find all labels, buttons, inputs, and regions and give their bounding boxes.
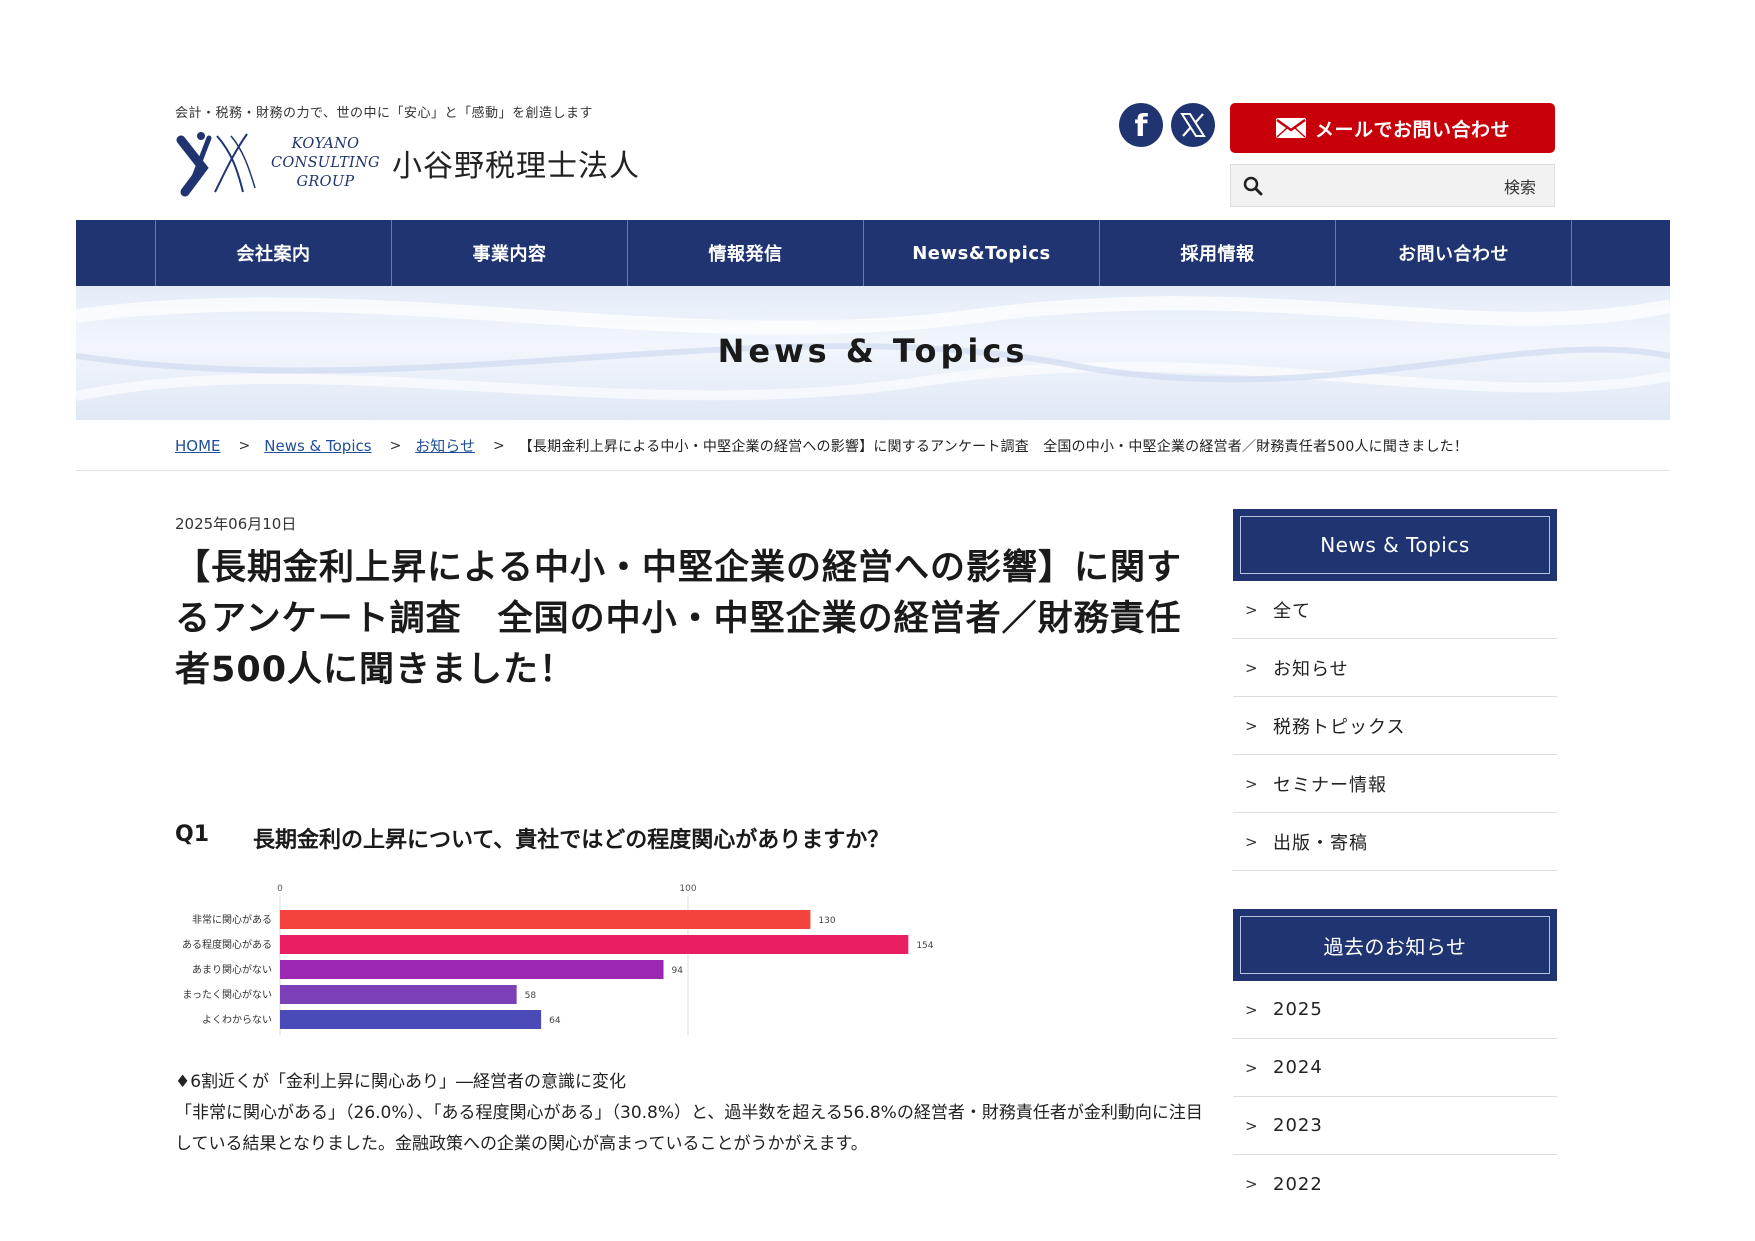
data-label: 58 <box>525 991 537 1001</box>
chevron-right-icon: > <box>1245 832 1259 851</box>
mail-contact-button[interactable]: メールでお問い合わせ <box>1230 103 1555 153</box>
chevron-right-icon: > <box>1245 1116 1259 1135</box>
sidebar-news-heading: News & Topics <box>1233 509 1557 581</box>
sidebar-archive-heading: 過去のお知らせ <box>1233 909 1557 981</box>
bar <box>280 985 517 1004</box>
breadcrumb-news-topics[interactable]: News & Topics <box>264 437 371 455</box>
question-number: Q1 <box>175 822 210 847</box>
nav-contact[interactable]: お問い合わせ <box>1336 220 1572 286</box>
category-label: 非常に関心がある <box>192 913 272 926</box>
sidebar-item-seminar[interactable]: > セミナー情報 <box>1233 755 1557 813</box>
mail-contact-label: メールでお問い合わせ <box>1314 118 1510 141</box>
sidebar-item-notice[interactable]: > お知らせ <box>1233 639 1557 697</box>
search-bar[interactable]: 検索 <box>1230 164 1555 207</box>
chevron-right-icon: > <box>1245 658 1259 677</box>
summary-text: ♦6割近くが「金利上昇に関心あり」―経営者の意識に変化 「非常に関心がある」（2… <box>175 1067 1205 1160</box>
breadcrumb: HOME > News & Topics > お知らせ > 【長期金利上昇による… <box>175 435 1468 456</box>
nav-services[interactable]: 事業内容 <box>392 220 628 286</box>
nav-recruit[interactable]: 採用情報 <box>1100 220 1336 286</box>
survey-bar-chart: 0 100 非常に関心がある 130 ある程度関心がある 154 あまり関心がない 94 まった… <box>182 884 934 1035</box>
search-input[interactable] <box>1271 175 1504 196</box>
sidebar-item-tax-topics[interactable]: > 税務トピックス <box>1233 697 1557 755</box>
data-label: 64 <box>549 1016 561 1026</box>
sidebar-item-2025[interactable]: >2025 <box>1233 981 1557 1039</box>
article-title: 【長期金利上昇による中小・中堅企業の経営への影響】に関するアンケート調査 全国の… <box>175 548 1182 690</box>
data-label: 154 <box>916 941 933 951</box>
chevron-right-icon: > <box>1245 774 1259 793</box>
post-date: 2025年06月10日 <box>175 515 297 533</box>
facebook-link[interactable]: f <box>1119 103 1163 147</box>
bar <box>280 910 811 929</box>
nav-news-topics[interactable]: News&Topics <box>864 220 1100 286</box>
chevron-right-icon: > <box>1245 1000 1259 1019</box>
category-label: ある程度関心がある <box>182 938 272 951</box>
x-link[interactable] <box>1171 103 1215 147</box>
data-label: 94 <box>672 966 684 976</box>
category-label: あまり関心がない <box>192 963 272 976</box>
chevron-right-icon: > <box>1245 1058 1259 1077</box>
sidebar-item-2024[interactable]: >2024 <box>1233 1039 1557 1097</box>
sidebar-item-2022[interactable]: >2022 <box>1233 1155 1557 1213</box>
search-button[interactable]: 検索 <box>1504 174 1536 198</box>
tagline: 会計・税務・財務の力で、世の中に「安心」と「感動」を創造します <box>175 106 593 121</box>
sidebar-item-publications[interactable]: > 出版・寄稿 <box>1233 813 1557 871</box>
bar <box>280 1010 542 1029</box>
global-nav: 会社案内 事業内容 情報発信 News&Topics 採用情報 お問い合わせ <box>76 220 1670 286</box>
chevron-right-icon: > <box>493 437 505 454</box>
chevron-right-icon: > <box>1245 1175 1259 1193</box>
mail-icon <box>1275 118 1306 138</box>
breadcrumb-home[interactable]: HOME <box>175 437 221 455</box>
hero-title: News & Topics <box>717 332 1029 370</box>
nav-information[interactable]: 情報発信 <box>628 220 864 286</box>
chevron-right-icon: > <box>1245 716 1259 735</box>
hero-banner: News & Topics <box>76 286 1670 420</box>
bar <box>280 960 664 979</box>
logo[interactable]: KOYANO CONSULTING GROUP 小谷野税理士法人 <box>173 128 640 198</box>
question-text: 長期金利の上昇について、貴社ではどの程度関心がありますか？ <box>253 828 890 853</box>
breadcrumb-divider <box>76 470 1670 471</box>
sidebar-archive-list: >2025 >2024 >2023 >2022 <box>1233 981 1557 1213</box>
logo-japanese: 小谷野税理士法人 <box>391 149 640 184</box>
x-icon <box>1180 113 1206 137</box>
summary-heading: ♦6割近くが「金利上昇に関心あり」―経営者の意識に変化 <box>175 1072 627 1092</box>
sidebar-item-2023[interactable]: >2023 <box>1233 1097 1557 1155</box>
search-icon <box>1243 176 1263 195</box>
question-heading: Q1 長期金利の上昇について、貴社ではどの程度関心がありますか？ <box>175 822 889 854</box>
chevron-right-icon: > <box>389 437 402 454</box>
category-label: まったく関心がない <box>182 988 272 1001</box>
chevron-right-icon: > <box>238 437 251 454</box>
category-label: よくわからない <box>202 1014 272 1026</box>
logo-english: KOYANO CONSULTING GROUP <box>271 135 380 190</box>
chevron-right-icon: > <box>1245 600 1259 619</box>
tick-label: 0 <box>277 884 283 894</box>
sidebar-news-list: > 全て > お知らせ > 税務トピックス > セミナー情報 > 出版・寄稿 <box>1233 581 1557 871</box>
koyano-logo-icon <box>176 132 256 197</box>
tick-label: 100 <box>679 884 696 894</box>
nav-company[interactable]: 会社案内 <box>156 220 392 286</box>
sidebar-item-all[interactable]: > 全て <box>1233 581 1557 639</box>
summary-body: 「非常に関心がある」（26.0%）、「ある程度関心がある」（30.8%）と、過半… <box>175 1103 1203 1154</box>
breadcrumb-current: 【長期金利上昇による中小・中堅企業の経営への影響】に関するアンケート調査 全国の… <box>518 438 1469 455</box>
breadcrumb-notice[interactable]: お知らせ <box>415 435 475 456</box>
bar <box>280 935 909 954</box>
facebook-icon: f <box>1134 109 1148 144</box>
data-label: 130 <box>818 916 835 926</box>
